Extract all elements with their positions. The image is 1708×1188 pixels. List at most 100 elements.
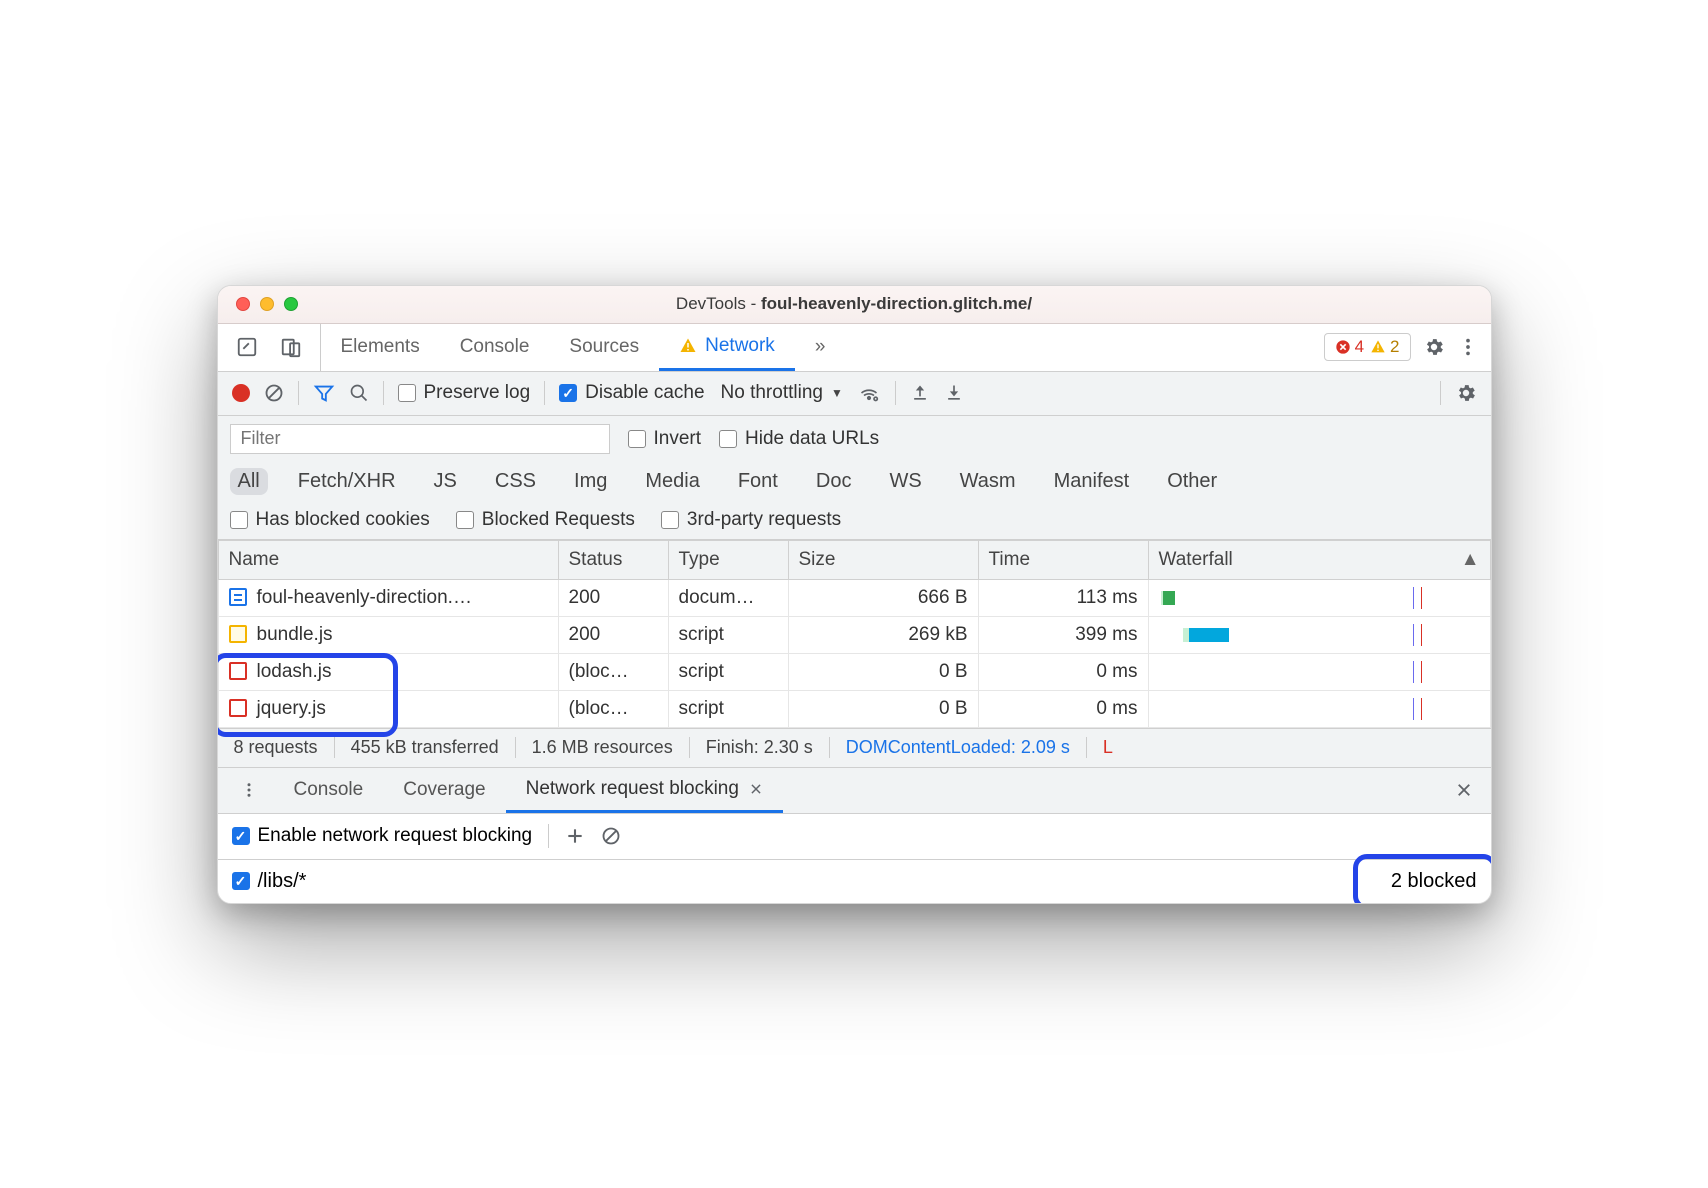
- table-row[interactable]: jquery.js(bloc…script0 B0 ms: [218, 690, 1490, 727]
- col-time[interactable]: Time: [978, 540, 1148, 579]
- request-status: 200: [558, 616, 668, 653]
- preserve-log-checkbox[interactable]: Preserve log: [398, 382, 531, 404]
- hide-data-urls-checkbox[interactable]: Hide data URLs: [719, 428, 879, 450]
- download-har-icon[interactable]: [944, 383, 964, 403]
- disable-cache-checkbox[interactable]: Disable cache: [559, 382, 704, 404]
- more-icon[interactable]: [1457, 336, 1479, 358]
- throttling-select[interactable]: No throttling ▼: [721, 382, 843, 404]
- type-css[interactable]: CSS: [487, 468, 544, 495]
- search-icon[interactable]: [349, 383, 369, 403]
- type-js[interactable]: JS: [426, 468, 465, 495]
- third-party-checkbox[interactable]: 3rd-party requests: [661, 509, 841, 531]
- extra-filter-row: Has blocked cookies Blocked Requests 3rd…: [218, 501, 1491, 540]
- blocked-requests-checkbox[interactable]: Blocked Requests: [456, 509, 635, 531]
- filter-icon[interactable]: [313, 382, 335, 404]
- network-filter-row: Invert Hide data URLs: [218, 416, 1491, 462]
- pattern-text: /libs/*: [258, 870, 307, 893]
- resource-type-filter: All Fetch/XHR JS CSS Img Media Font Doc …: [218, 462, 1491, 501]
- tab-console[interactable]: Console: [440, 324, 550, 371]
- devtools-window: DevTools - foul-heavenly-direction.glitc…: [217, 285, 1492, 904]
- type-font[interactable]: Font: [730, 468, 786, 495]
- network-table: Name Status Type Size Time Waterfall▲ fo…: [218, 540, 1491, 728]
- window-traffic-lights: [236, 297, 298, 311]
- type-fetch-xhr[interactable]: Fetch/XHR: [290, 468, 404, 495]
- request-waterfall: [1148, 579, 1490, 616]
- tabs-overflow[interactable]: »: [795, 324, 846, 371]
- type-media[interactable]: Media: [637, 468, 707, 495]
- table-row[interactable]: bundle.js200script269 kB399 ms: [218, 616, 1490, 653]
- document-icon: [229, 588, 247, 606]
- request-time: 0 ms: [978, 690, 1148, 727]
- issue-counter[interactable]: 4 2: [1324, 333, 1411, 361]
- remove-all-patterns-icon[interactable]: [601, 826, 621, 846]
- request-time: 113 ms: [978, 579, 1148, 616]
- network-toolbar: Preserve log Disable cache No throttling…: [218, 372, 1491, 416]
- script-blocked-icon: [229, 662, 247, 680]
- type-wasm[interactable]: Wasm: [952, 468, 1024, 495]
- col-status[interactable]: Status: [558, 540, 668, 579]
- blocking-pattern-row[interactable]: /libs/* 2 blocked: [218, 860, 1491, 903]
- col-name[interactable]: Name: [218, 540, 558, 579]
- devtools-tabs: Elements Console Sources Network » 4 2: [218, 324, 1491, 372]
- col-waterfall[interactable]: Waterfall▲: [1148, 540, 1490, 579]
- tab-network[interactable]: Network: [659, 324, 795, 371]
- request-size: 269 kB: [788, 616, 978, 653]
- type-other[interactable]: Other: [1159, 468, 1225, 495]
- col-size[interactable]: Size: [788, 540, 978, 579]
- type-all[interactable]: All: [230, 468, 268, 495]
- drawer-tabs: Console Coverage Network request blockin…: [218, 768, 1491, 814]
- type-img[interactable]: Img: [566, 468, 615, 495]
- network-settings-icon[interactable]: [1455, 382, 1477, 404]
- drawer-tab-console[interactable]: Console: [274, 768, 384, 813]
- tab-sources[interactable]: Sources: [549, 324, 659, 371]
- close-window-button[interactable]: [236, 297, 250, 311]
- record-button[interactable]: [232, 384, 250, 402]
- add-pattern-icon[interactable]: [565, 826, 585, 846]
- type-ws[interactable]: WS: [881, 468, 929, 495]
- request-type: script: [668, 616, 788, 653]
- request-type: docum…: [668, 579, 788, 616]
- drawer-more-icon[interactable]: [224, 768, 274, 813]
- network-table-container: Name Status Type Size Time Waterfall▲ fo…: [218, 540, 1491, 728]
- warning-icon: [1370, 339, 1386, 355]
- minimize-window-button[interactable]: [260, 297, 274, 311]
- window-title: DevTools - foul-heavenly-direction.glitc…: [218, 294, 1491, 314]
- enable-blocking-checkbox[interactable]: Enable network request blocking: [232, 825, 533, 847]
- clear-icon[interactable]: [264, 383, 284, 403]
- settings-icon[interactable]: [1423, 336, 1445, 358]
- request-type: script: [668, 690, 788, 727]
- upload-har-icon[interactable]: [910, 383, 930, 403]
- close-tab-icon[interactable]: [749, 782, 763, 796]
- device-toggle-icon[interactable]: [280, 336, 302, 358]
- drawer-tab-coverage[interactable]: Coverage: [383, 768, 505, 813]
- blocking-toolbar: Enable network request blocking: [218, 814, 1491, 860]
- table-row[interactable]: foul-heavenly-direction.… 200docum…666 B1…: [218, 579, 1490, 616]
- request-size: 666 B: [788, 579, 978, 616]
- invert-checkbox[interactable]: Invert: [628, 428, 702, 450]
- table-header-row: Name Status Type Size Time Waterfall▲: [218, 540, 1490, 579]
- request-size: 0 B: [788, 690, 978, 727]
- col-type[interactable]: Type: [668, 540, 788, 579]
- request-status: (bloc…: [558, 653, 668, 690]
- request-status: 200: [558, 579, 668, 616]
- warning-icon: [679, 337, 697, 355]
- filter-input[interactable]: [230, 424, 610, 454]
- drawer-tab-network-blocking[interactable]: Network request blocking: [506, 768, 783, 813]
- has-blocked-cookies-checkbox[interactable]: Has blocked cookies: [230, 509, 430, 531]
- type-manifest[interactable]: Manifest: [1046, 468, 1138, 495]
- tab-elements[interactable]: Elements: [321, 324, 440, 371]
- summary-load: L: [1087, 737, 1129, 758]
- summary-resources: 1.6 MB resources: [516, 737, 690, 758]
- script-blocked-icon: [229, 699, 247, 717]
- request-name: foul-heavenly-direction.…: [257, 587, 472, 608]
- type-doc[interactable]: Doc: [808, 468, 860, 495]
- maximize-window-button[interactable]: [284, 297, 298, 311]
- summary-finish: Finish: 2.30 s: [690, 737, 830, 758]
- drawer-close-icon[interactable]: [1437, 768, 1491, 813]
- inspect-icon[interactable]: [236, 336, 258, 358]
- request-waterfall: [1148, 616, 1490, 653]
- request-waterfall: [1148, 690, 1490, 727]
- table-row[interactable]: lodash.js(bloc…script0 B0 ms: [218, 653, 1490, 690]
- network-conditions-icon[interactable]: [857, 383, 881, 403]
- pattern-checkbox[interactable]: /libs/*: [232, 870, 307, 893]
